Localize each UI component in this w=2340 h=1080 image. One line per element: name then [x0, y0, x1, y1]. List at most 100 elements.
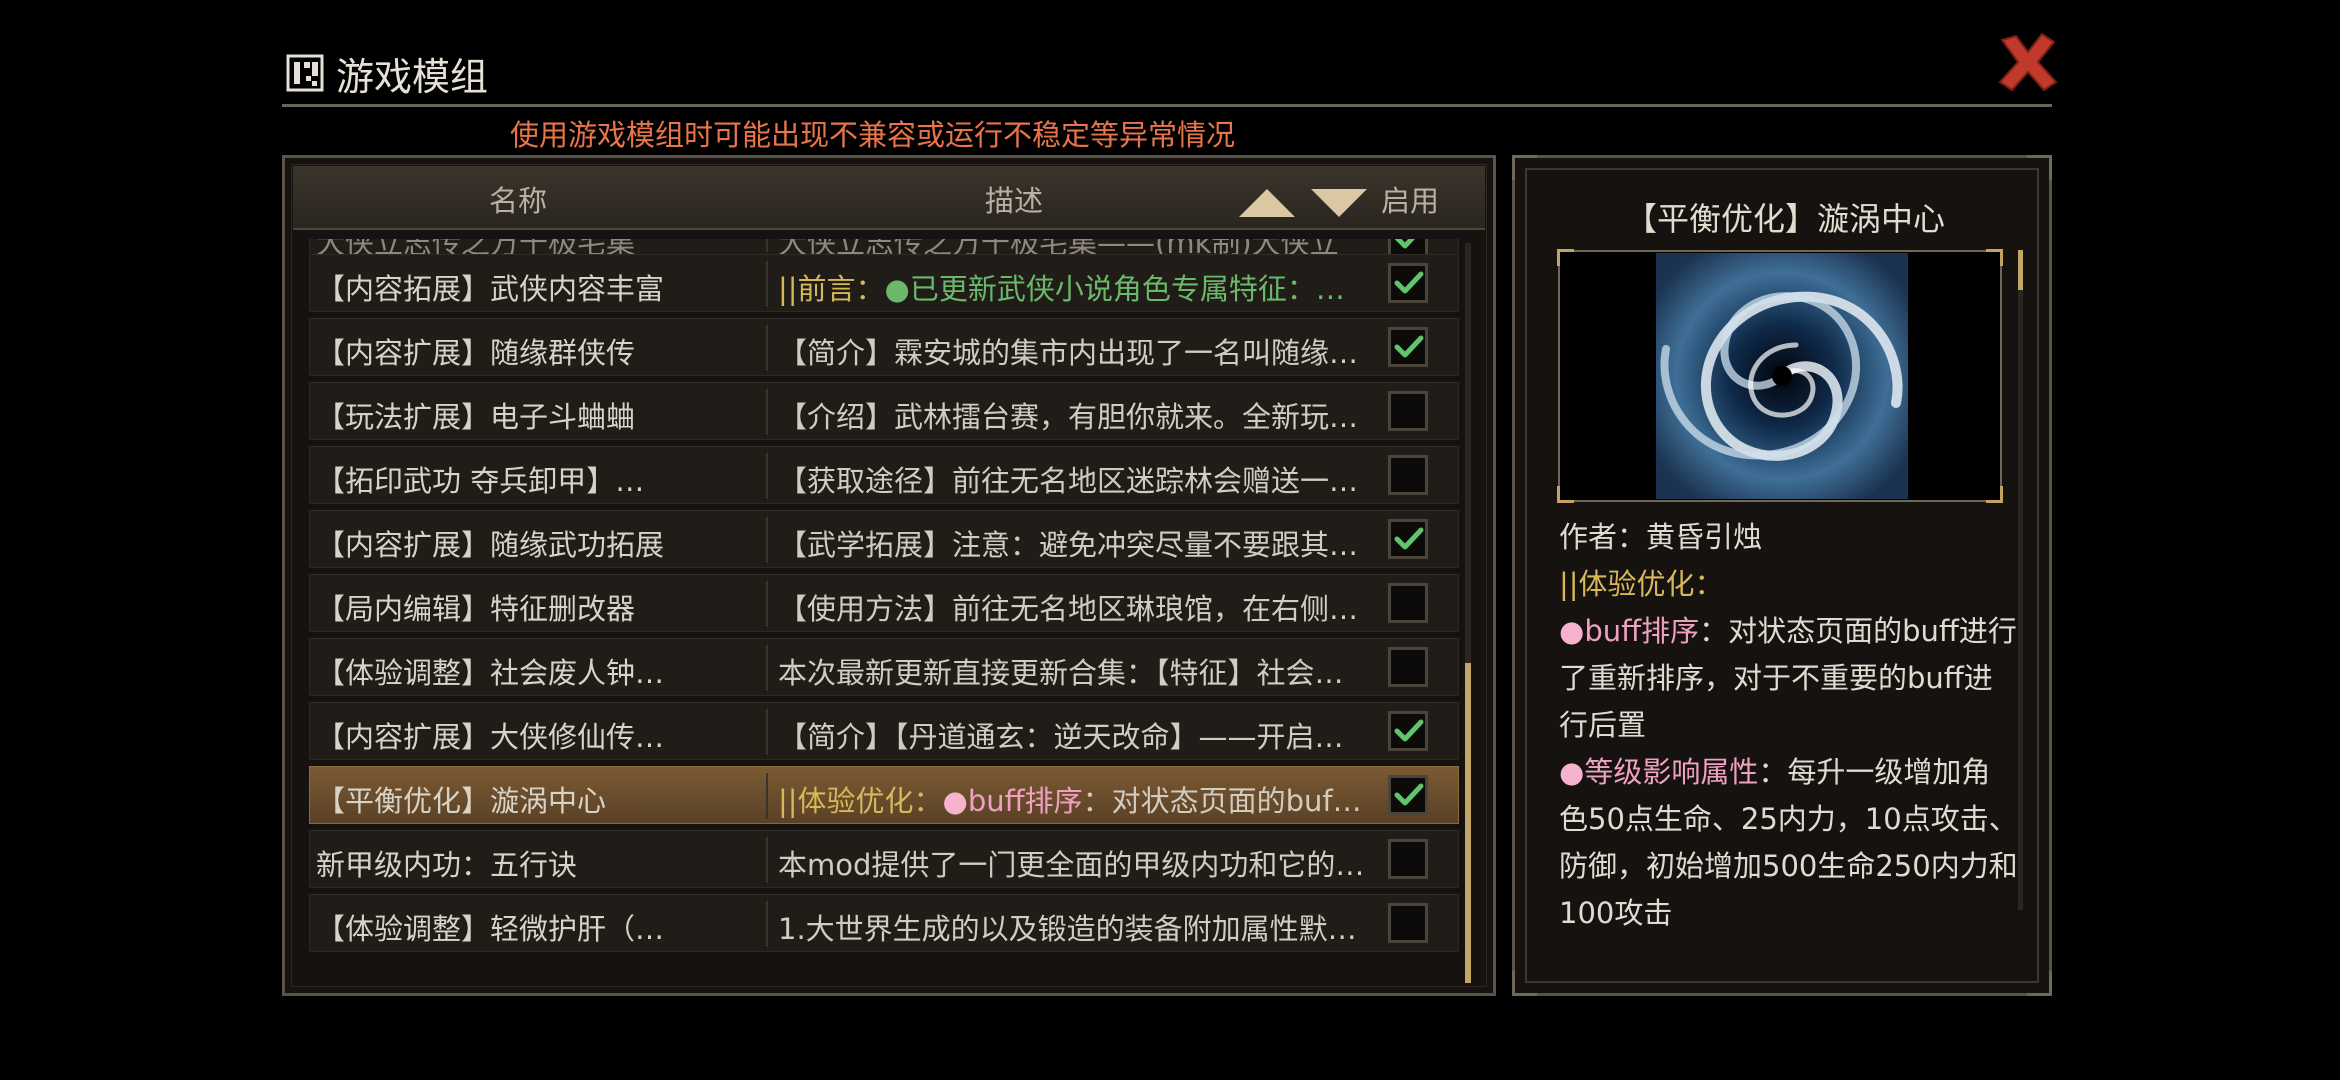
mod-row[interactable]: 【内容扩展】大侠修仙传… 【简介】【丹道通玄：逆天改命】——开启…: [309, 702, 1459, 760]
mod-row[interactable]: 【体验调整】社会废人钟… 本次最新更新直接更新合集：【特征】社会…: [309, 638, 1459, 696]
column-divider: [766, 239, 768, 252]
page-title: 游戏模组: [336, 55, 489, 99]
corner-ornament: [1512, 155, 1537, 180]
feature-item: ●等级影响属性：每升一级增加角色50点生命、25内力，10点攻击、防御，初始增加…: [1559, 749, 2019, 937]
mod-name: 【内容扩展】随缘武功拓展: [316, 528, 665, 562]
frame-corner: [1557, 486, 1574, 503]
frame-corner: [1986, 486, 2003, 503]
column-divider: [766, 581, 768, 627]
mod-detail-panel: 【平衡优化】漩涡中心 作者：黄昏引烛 ||体验优化： ●buff排序：对状态页面…: [1512, 155, 2052, 996]
mod-desc: 【简介】霖安城的集市内出现了一名叫随缘…: [778, 336, 1359, 370]
feature-item: ●buff排序：对状态页面的buff进行了重新排序，对于不重要的buff进行后置: [1559, 608, 2019, 749]
vortex-icon: [1656, 253, 1908, 499]
mod-row[interactable]: 【内容扩展】随缘群侠传 【简介】霖安城的集市内出现了一名叫随缘…: [309, 318, 1459, 376]
column-divider: [766, 517, 768, 563]
mod-name: 【玩法扩展】电子斗蛐蛐: [316, 400, 636, 434]
sort-up-icon[interactable]: [1239, 189, 1295, 217]
enable-checkbox[interactable]: [1388, 583, 1428, 623]
mod-desc: ||前言：●已更新武侠小说角色专属特征：…: [778, 266, 1418, 308]
green-dot: ●: [884, 272, 910, 306]
enable-checkbox[interactable]: [1388, 263, 1428, 303]
mod-desc: 本mod提供了一门更全面的甲级内功和它的…: [778, 848, 1365, 882]
check-icon: [1394, 239, 1416, 249]
title-bar: 游戏模组: [282, 40, 2052, 107]
mod-desc: 【获取途径】前往无名地区迷踪林会赠送一…: [778, 464, 1359, 498]
enable-checkbox[interactable]: [1388, 519, 1428, 559]
mod-name: 【内容拓展】武侠内容丰富: [316, 272, 665, 306]
column-divider: [766, 261, 768, 307]
mod-row[interactable]: 新甲级内功：五行诀 本mod提供了一门更全面的甲级内功和它的…: [309, 830, 1459, 888]
check-icon: [1394, 271, 1424, 294]
mod-row-selected[interactable]: 【平衡优化】漩涡中心 ||体验优化：●buff排序：对状态页面的buf…: [309, 766, 1459, 824]
corner-ornament: [2027, 155, 2052, 180]
mod-row[interactable]: 【玩法扩展】电子斗蛐蛐 【介绍】武林擂台赛，有胆你就来。全新玩…: [309, 382, 1459, 440]
column-divider: [766, 453, 768, 499]
mod-list[interactable]: 大侠立志传之万千极宅集 大侠立志传之万千极宅集——(mk制)大侠立 【内容拓展】…: [309, 239, 1459, 985]
mod-name: 【局内编辑】特征删改器: [316, 592, 636, 626]
list-scroll-thumb[interactable]: [1465, 663, 1471, 983]
detail-title: 【平衡优化】漩涡中心: [1624, 200, 1945, 238]
mod-row[interactable]: 【局内编辑】特征删改器 【使用方法】前往无名地区琳琅馆，在右侧…: [309, 574, 1459, 632]
mod-icon: [286, 54, 324, 92]
mod-desc: 【使用方法】前往无名地区琳琅馆，在右侧…: [778, 592, 1359, 626]
mod-desc: 【武学拓展】注意：避免冲突尽量不要跟其…: [778, 528, 1359, 562]
check-icon: [1394, 527, 1424, 550]
section-heading: ||体验优化：: [1559, 567, 1724, 601]
desc-text: 已更新武侠小说角色专属特征：…: [909, 272, 1345, 306]
mod-row[interactable]: 【拓印武功 夺兵卸甲】… 【获取途径】前往无名地区迷踪林会赠送一…: [309, 446, 1459, 504]
column-divider: [766, 389, 768, 435]
detail-description: 作者：黄昏引烛 ||体验优化： ●buff排序：对状态页面的buff进行了重新排…: [1559, 514, 2019, 937]
mod-desc: 【简介】【丹道通玄：逆天改命】——开启…: [778, 720, 1344, 754]
enable-checkbox[interactable]: [1388, 839, 1428, 879]
enable-checkbox[interactable]: [1388, 903, 1428, 943]
column-name: 名称: [489, 184, 548, 218]
enable-checkbox[interactable]: [1388, 327, 1428, 367]
list-scrollbar[interactable]: [1465, 243, 1471, 983]
enable-checkbox[interactable]: [1388, 775, 1428, 815]
check-icon: [1394, 783, 1424, 806]
detail-scroll-thumb[interactable]: [2018, 250, 2023, 290]
mod-name: 【内容扩展】大侠修仙传…: [316, 720, 665, 754]
list-header: 名称 描述 启用: [293, 166, 1485, 230]
feature-keyword: buff排序: [1584, 614, 1700, 648]
column-enabled: 启用: [1381, 184, 1440, 218]
check-icon: [1394, 719, 1424, 742]
frame-corner: [1986, 249, 2003, 266]
mod-row[interactable]: 【内容拓展】武侠内容丰富 ||前言：●已更新武侠小说角色专属特征：…: [309, 254, 1459, 312]
enable-checkbox[interactable]: [1388, 391, 1428, 431]
enable-checkbox[interactable]: [1388, 455, 1428, 495]
pink-dot: ●: [1559, 614, 1585, 648]
mod-desc: 1.大世界生成的以及锻造的装备附加属性默…: [778, 912, 1357, 946]
sort-down-icon[interactable]: [1311, 189, 1367, 217]
column-divider: [766, 709, 768, 755]
mod-preview-image: [1557, 249, 2003, 503]
mod-desc: 【介绍】武林擂台赛，有胆你就来。全新玩…: [778, 400, 1359, 434]
mod-row[interactable]: 【内容扩展】随缘武功拓展 【武学拓展】注意：避免冲突尽量不要跟其…: [309, 510, 1459, 568]
feature-keyword: 等级影响属性: [1584, 755, 1759, 789]
mod-desc: ||体验优化：●buff排序：对状态页面的buf…: [778, 778, 1418, 820]
pink-dot: ●: [942, 784, 968, 818]
mod-desc: 本次最新更新直接更新合集：【特征】社会…: [778, 656, 1344, 690]
desc-prefix: ||前言：: [778, 272, 885, 306]
enable-checkbox[interactable]: [1388, 647, 1428, 687]
close-icon[interactable]: [1996, 30, 2060, 94]
column-divider: [766, 901, 768, 947]
column-divider: [766, 325, 768, 371]
column-divider: [766, 837, 768, 883]
column-desc: 描述: [985, 184, 1044, 218]
mod-name: 【内容扩展】随缘群侠传: [316, 336, 636, 370]
column-divider: [766, 773, 768, 819]
desc-prefix: ||体验优化：: [778, 784, 943, 818]
mod-name: 【体验调整】轻微护肝（…: [316, 912, 665, 946]
corner-ornament: [1512, 971, 1537, 996]
desc-keyword: buff排序: [967, 784, 1083, 818]
mod-row[interactable]: 【体验调整】轻微护肝（… 1.大世界生成的以及锻造的装备附加属性默…: [309, 894, 1459, 952]
mod-name: 【拓印武功 夺兵卸甲】…: [316, 464, 645, 498]
mod-name: 【体验调整】社会废人钟…: [316, 656, 665, 690]
compat-warning: 使用游戏模组时可能出现不兼容或运行不稳定等异常情况: [510, 118, 1236, 152]
check-icon: [1394, 335, 1424, 358]
enable-checkbox[interactable]: [1388, 711, 1428, 751]
frame-corner: [1557, 249, 1574, 266]
mod-name: 新甲级内功：五行诀: [316, 848, 578, 882]
corner-ornament: [2027, 971, 2052, 996]
